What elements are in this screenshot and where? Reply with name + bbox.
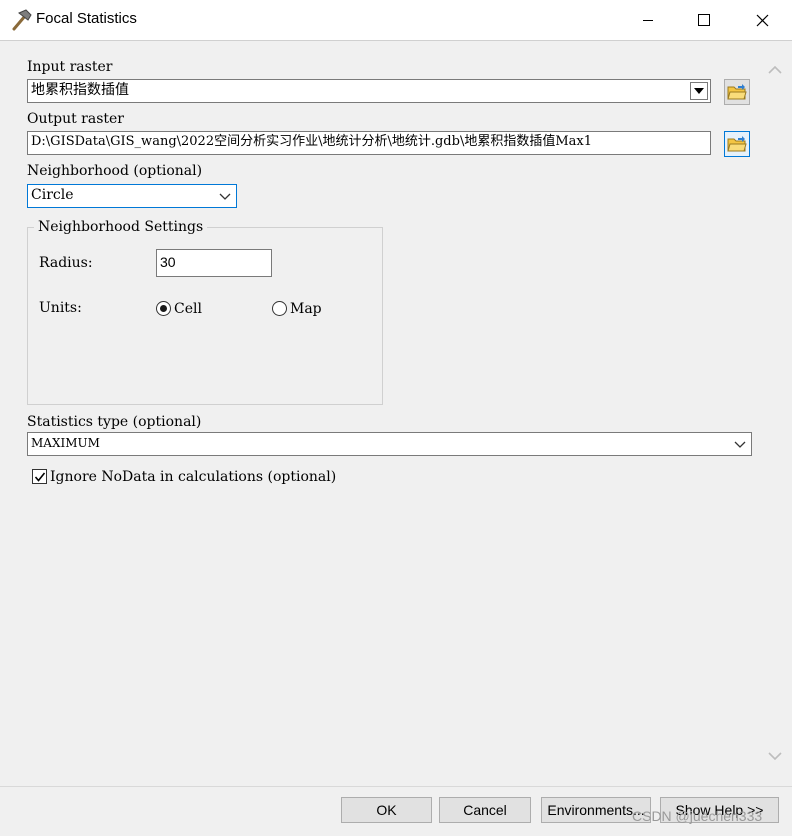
- units-map-radio[interactable]: [272, 301, 287, 316]
- units-cell-label: Cell: [174, 301, 202, 317]
- hammer-icon: [8, 8, 34, 32]
- ok-button[interactable]: OK: [341, 797, 432, 823]
- open-folder-icon: [727, 84, 747, 100]
- minimize-icon: [643, 20, 653, 21]
- units-cell-radio[interactable]: [156, 301, 171, 316]
- output-raster-label: Output raster: [27, 111, 125, 127]
- output-raster-input[interactable]: D:\GISData\GIS_wang\2022空间分析实习作业\地统计分析\地…: [27, 131, 711, 155]
- dropdown-arrow-icon: [694, 88, 704, 94]
- radius-input[interactable]: 30: [156, 249, 272, 277]
- checkmark-icon: [34, 472, 45, 482]
- ignore-nodata-checkbox[interactable]: [32, 469, 47, 484]
- input-raster-browse-button[interactable]: [724, 79, 750, 105]
- window-title: Focal Statistics: [36, 10, 137, 27]
- cancel-button[interactable]: Cancel: [439, 797, 531, 823]
- statistics-type-value: MAXIMUM: [31, 436, 100, 450]
- neighborhood-label: Neighborhood (optional): [27, 163, 203, 179]
- close-button[interactable]: [734, 0, 790, 40]
- radio-selected-dot: [160, 305, 167, 312]
- output-raster-value: D:\GISData\GIS_wang\2022空间分析实习作业\地统计分析\地…: [31, 134, 592, 149]
- chevron-down-icon: [734, 441, 746, 448]
- radius-label: Radius:: [39, 255, 93, 271]
- output-raster-browse-button[interactable]: [724, 131, 750, 157]
- statistics-type-select[interactable]: MAXIMUM: [27, 432, 752, 456]
- maximize-button[interactable]: [676, 0, 732, 40]
- input-raster-combobox[interactable]: 地累积指数插值: [27, 79, 711, 103]
- open-folder-icon: [727, 136, 747, 152]
- title-bar: Focal Statistics: [0, 0, 792, 40]
- input-raster-value: 地累积指数插值: [31, 82, 129, 98]
- watermark-text: CSDN @juechen333: [632, 808, 763, 824]
- scroll-down-icon[interactable]: [766, 747, 784, 766]
- close-icon: [756, 14, 768, 26]
- maximize-icon: [698, 14, 710, 26]
- statistics-type-label: Statistics type (optional): [27, 414, 202, 430]
- neighborhood-settings-legend: Neighborhood Settings: [34, 218, 208, 236]
- dialog-body: Input raster 地累积指数插值 Output raster D:\GI…: [0, 40, 792, 836]
- units-label: Units:: [39, 300, 82, 316]
- radius-value: 30: [160, 254, 176, 270]
- scroll-up-icon[interactable]: [766, 61, 784, 80]
- ignore-nodata-label: Ignore NoData in calculations (optional): [50, 469, 337, 485]
- neighborhood-value: Circle: [31, 187, 74, 203]
- units-map-label: Map: [290, 301, 322, 317]
- input-raster-label: Input raster: [27, 59, 113, 75]
- chevron-down-icon: [219, 193, 231, 200]
- neighborhood-select[interactable]: Circle: [27, 184, 237, 208]
- minimize-button[interactable]: [620, 0, 676, 40]
- input-raster-dropdown-button[interactable]: [690, 82, 708, 100]
